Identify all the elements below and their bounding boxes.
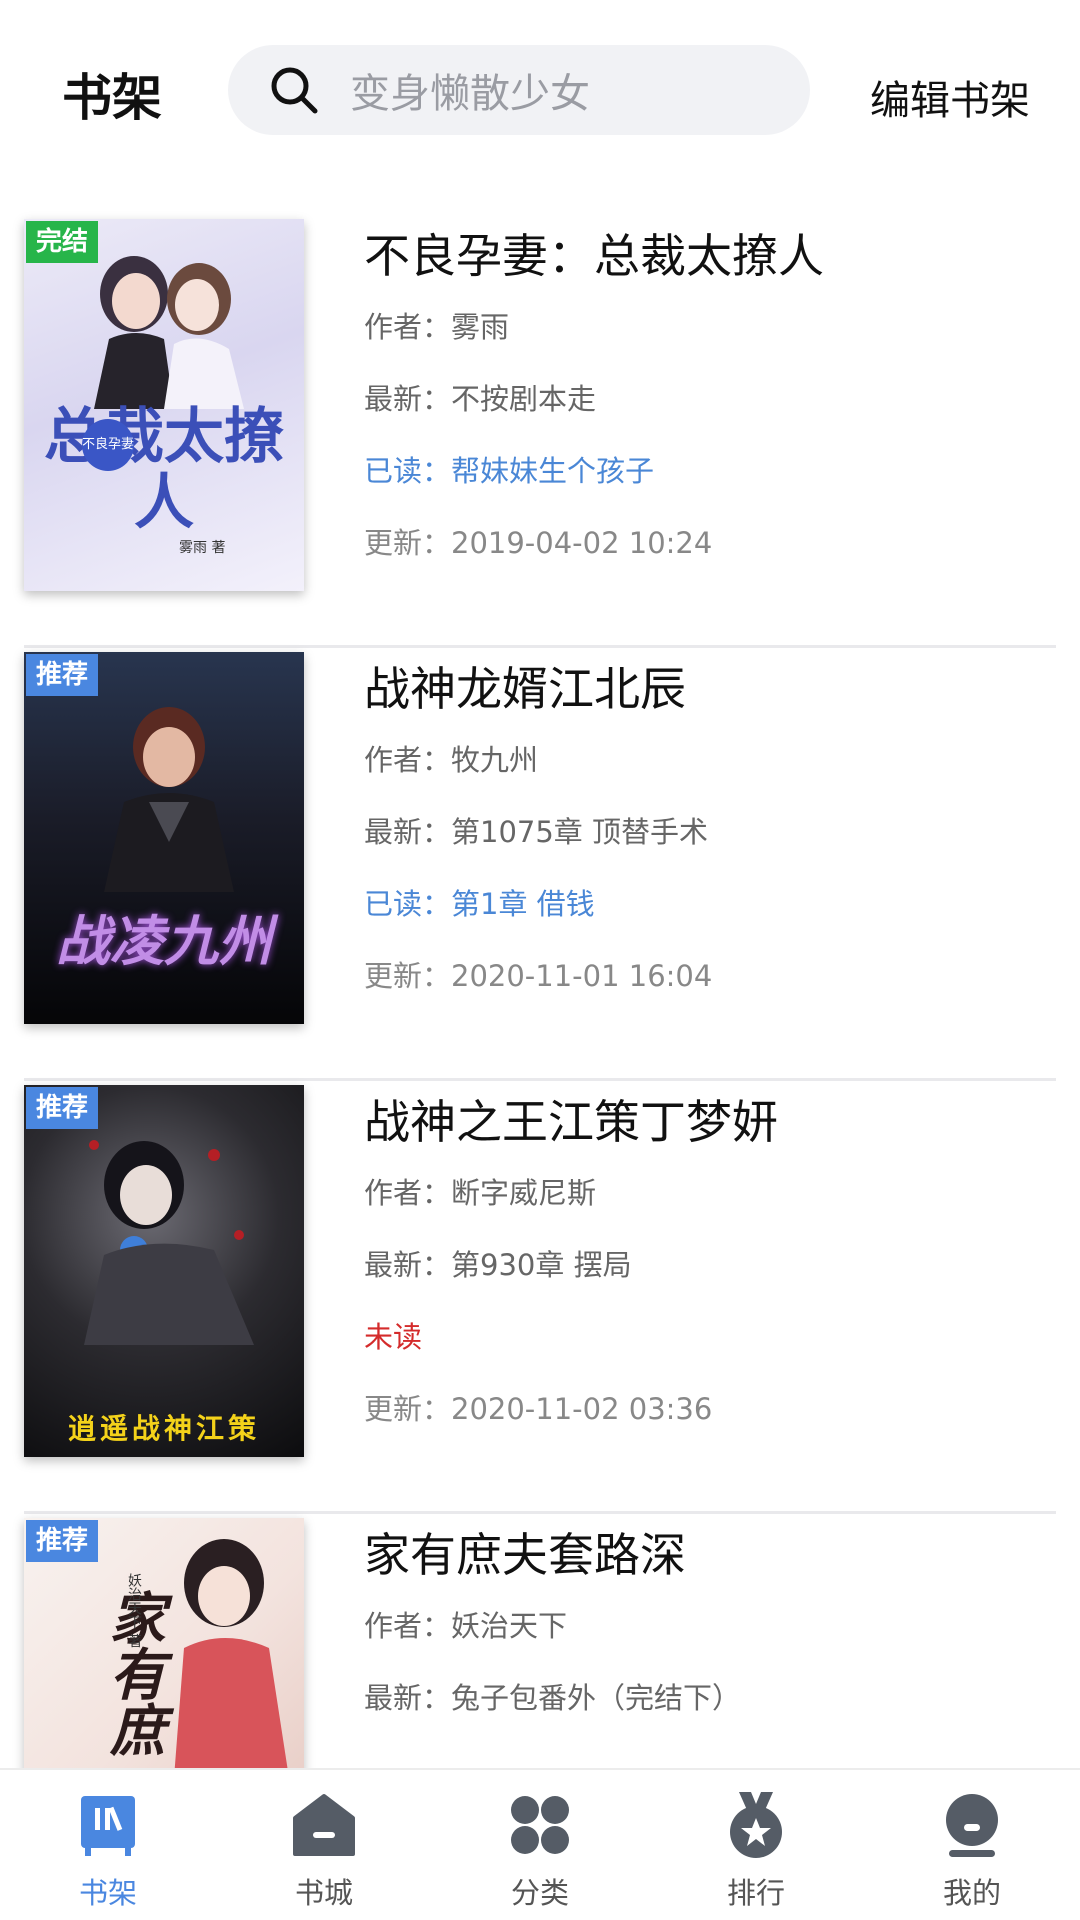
bookshelf-icon: [81, 1796, 135, 1856]
book-latest-chapter: 最新：第1075章 顶替手术: [364, 815, 709, 849]
cover-text: 家有庶: [100, 1589, 166, 1757]
book-updated: 更新：2020-11-01 16:04: [364, 959, 713, 993]
book-item[interactable]: 战凌九州 推荐 战神龙婿江北辰 作者：牧九州 最新：第1075章 顶替手术 已读…: [0, 648, 1080, 1081]
book-info: 不良孕妻：总裁太撩人 作者：雾雨 最新：不按剧本走 已读：帮妹妹生个孩子 更新：…: [364, 215, 1056, 579]
nav-ranking[interactable]: 排行: [648, 1770, 864, 1920]
bottom-nav: 书架 书城 分类 排行 我的: [0, 1768, 1080, 1920]
book-updated: 更新：2020-11-02 03:36: [364, 1392, 713, 1426]
page-title: 书架: [62, 69, 162, 127]
store-icon: [293, 1794, 355, 1856]
book-latest-chapter: 最新：不按剧本走: [364, 382, 597, 416]
status-tag: 完结: [26, 221, 99, 263]
category-icon: [511, 1796, 569, 1854]
book-read-progress[interactable]: 已读：帮妹妹生个孩子: [364, 435, 1056, 507]
cover-text: 战凌九州: [56, 909, 272, 973]
status-tag: 推荐: [26, 1087, 99, 1129]
search-icon: [271, 67, 318, 114]
cover-author: 雾雨 著: [179, 540, 226, 556]
nav-store[interactable]: 书城: [216, 1770, 432, 1920]
cover-illustration: [84, 1140, 254, 1345]
search-bar[interactable]: 变身懒散少女: [228, 45, 810, 135]
book-latest-chapter: 最新：兔子包番外（完结下）: [364, 1681, 742, 1715]
book-latest-chapter: 最新：第930章 摆局: [364, 1248, 632, 1282]
nav-label: 书架: [78, 1876, 137, 1910]
book-cover[interactable]: 战凌九州 推荐: [24, 652, 304, 1024]
book-info: 战神之王江策丁梦妍 作者：断字威尼斯 最新：第930章 摆局 未读 更新：202…: [364, 1081, 1056, 1445]
cover-illustration: [104, 707, 234, 892]
book-title: 战神龙婿江北辰: [364, 662, 686, 716]
book-updated: 更新：2019-04-02 10:24: [364, 526, 713, 560]
cover-illustration: [94, 256, 244, 409]
status-tag: 推荐: [26, 654, 99, 696]
nav-label: 分类: [510, 1876, 569, 1910]
book-author: 作者：雾雨: [364, 310, 510, 344]
book-title: 不良孕妻：总裁太撩人: [364, 229, 824, 283]
book-item[interactable]: 总裁太撩人 不良孕妻 雾雨 著 完结 不良孕妻：总裁太撩人 作者：雾雨 最新：不…: [0, 215, 1080, 648]
cover-illustration: [174, 1539, 289, 1778]
nav-label: 我的: [942, 1876, 1001, 1910]
nav-profile[interactable]: 我的: [864, 1770, 1080, 1920]
book-info: 家有庶夫套路深 作者：妖治天下 最新：兔子包番外（完结下）: [364, 1514, 1056, 1734]
status-tag: 推荐: [26, 1520, 99, 1562]
nav-label: 书城: [294, 1876, 353, 1910]
nav-label: 排行: [726, 1876, 785, 1910]
book-cover[interactable]: 逍遥战神江策 推荐: [24, 1085, 304, 1457]
cover-text: 逍遥战神江策: [67, 1412, 260, 1445]
top-bar: 书架 变身懒散少女 编辑书架: [0, 0, 1080, 180]
book-title: 战神之王江策丁梦妍: [364, 1095, 778, 1149]
book-read-progress[interactable]: 未读: [364, 1301, 1056, 1373]
nav-category[interactable]: 分类: [432, 1770, 648, 1920]
nav-bookshelf[interactable]: 书架: [0, 1770, 216, 1920]
cover-author: 妖治天下 著: [126, 1573, 142, 1648]
book-item[interactable]: 逍遥战神江策 推荐 战神之王江策丁梦妍 作者：断字威尼斯 最新：第930章 摆局…: [0, 1081, 1080, 1514]
profile-icon: [946, 1794, 998, 1857]
ranking-icon: [730, 1792, 782, 1858]
book-author: 作者：牧九州: [364, 743, 539, 777]
edit-bookshelf-button[interactable]: 编辑书架: [870, 68, 1030, 126]
book-cover[interactable]: 家有庶 妖治天下 著 推荐: [24, 1518, 304, 1778]
book-read-progress[interactable]: 已读：第1章 借钱: [364, 868, 1056, 940]
book-list: 总裁太撩人 不良孕妻 雾雨 著 完结 不良孕妻：总裁太撩人 作者：雾雨 最新：不…: [0, 215, 1080, 1920]
book-author: 作者：妖治天下: [364, 1609, 568, 1643]
search-placeholder: 变身懒散少女: [350, 71, 590, 117]
book-cover[interactable]: 总裁太撩人 不良孕妻 雾雨 著 完结: [24, 219, 304, 591]
book-info: 战神龙婿江北辰 作者：牧九州 最新：第1075章 顶替手术 已读：第1章 借钱 …: [364, 648, 1056, 1012]
book-author: 作者：断字威尼斯: [364, 1176, 597, 1210]
cover-badge: 不良孕妻: [82, 419, 134, 471]
book-title: 家有庶夫套路深: [364, 1528, 686, 1582]
cover-text: 总裁太撩人: [44, 402, 284, 538]
